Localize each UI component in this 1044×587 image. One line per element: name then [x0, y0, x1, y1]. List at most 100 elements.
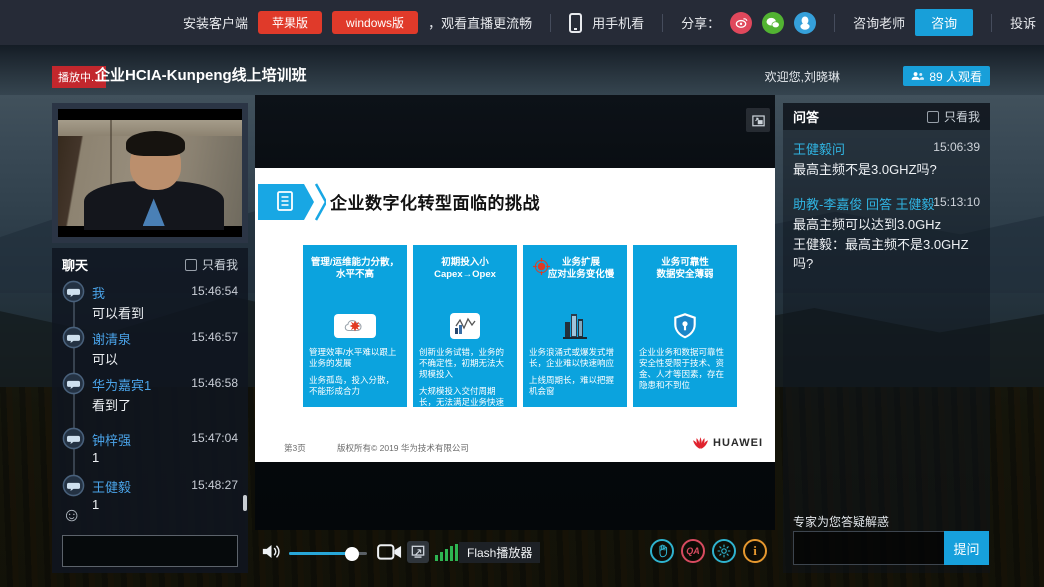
ask-expert-label: 专家为您答疑解惑 [793, 513, 889, 530]
complaint-link[interactable]: 投诉 [1010, 13, 1036, 32]
qa-header: 问答 [793, 107, 819, 126]
volume-slider[interactable] [289, 552, 367, 555]
welcome-user-label: 欢迎您,刘晓琳 [765, 68, 840, 85]
chat-text: 看到了 [92, 395, 131, 414]
viewer-count-text: 89 人观看 [929, 68, 982, 85]
wechat-icon[interactable] [762, 12, 784, 34]
checkbox-icon[interactable] [927, 111, 939, 123]
viewer-count-badge: 89 人观看 [903, 66, 990, 86]
card-title: 初期投入小 Capex→Opex [419, 257, 511, 281]
card-reliability: 业务可靠性 数据安全薄弱 企业业务和数据可靠性安全性受限于技术、资金、人才等因素… [633, 245, 737, 407]
chat-time: 15:47:04 [191, 431, 238, 445]
apple-version-button[interactable]: 苹果版 [258, 11, 322, 34]
volume-fill [289, 552, 351, 555]
qa-text: 最高主频不是3.0GHZ吗? [793, 159, 982, 178]
chat-input[interactable] [62, 535, 238, 567]
slide-footer: 第3页 版权所有© 2019 华为技术有限公司 HUAWEI [255, 440, 775, 456]
question-input[interactable] [793, 531, 945, 565]
chat-sender: 王健毅 [92, 477, 131, 496]
slide-page-number: 第3页 [284, 442, 306, 454]
presenter-webcam [52, 103, 248, 243]
speaker-icon[interactable] [261, 542, 282, 566]
shield-icon [633, 311, 737, 341]
consult-button[interactable]: 咨询 [915, 9, 973, 36]
camera-icon[interactable] [377, 544, 402, 565]
card-text: 上线周期长，难以把握机会窗 [529, 375, 621, 397]
divider [662, 14, 663, 32]
chat-panel: 聊天 只看我 我 15:46:54 可以看到 谢清泉 15:46:57 可以 华… [52, 248, 248, 573]
chat-sender: 钟梓强 [92, 430, 131, 449]
share-label: 分享： [681, 13, 720, 32]
phone-icon [569, 13, 582, 33]
chat-sender: 谢清泉 [92, 329, 131, 348]
card-text: 管理效率/水平难以跟上业务的发展 [309, 347, 401, 369]
ask-question-button[interactable]: 提问 [944, 531, 989, 565]
qa-time: 15:06:39 [933, 140, 980, 154]
weibo-icon[interactable] [730, 12, 752, 34]
chat-time: 15:46:57 [191, 330, 238, 344]
chat-bubble-avatar-icon [62, 326, 85, 354]
presentation-player: 企业数字化转型面临的挑战 管理/运维能力分散，水平不高 管理效率/水平难以跟上业… [255, 95, 775, 530]
webcam-video [58, 109, 242, 237]
qa-only-me-toggle[interactable]: 只看我 [927, 108, 980, 125]
huawei-logo: HUAWEI [692, 436, 763, 450]
chat-header: 聊天 [62, 255, 88, 274]
qa-text: 王健毅：最高主频不是3.0GHZ吗? [793, 234, 982, 272]
card-capex-opex: 初期投入小 Capex→Opex 创新业务试错，业务的不确定性，初期无法大规模投… [413, 245, 517, 407]
raise-hand-icon[interactable] [650, 539, 674, 563]
qa-button[interactable]: QA [681, 539, 705, 563]
chat-bubble-avatar-icon [62, 372, 85, 400]
crosshair-icon [533, 258, 550, 280]
chart-icon [413, 311, 517, 341]
card-expansion: 业务扩展 应对业务变化慢 业务浪涌式或爆发式增长，企业难以快速响应 上线周期长，… [523, 245, 627, 407]
chat-bubble-avatar-icon [62, 280, 85, 308]
qq-icon[interactable] [794, 12, 816, 34]
chat-text: 可以看到 [92, 303, 144, 322]
consult-teacher-label: 咨询老师 [853, 13, 905, 32]
only-me-label: 只看我 [944, 108, 980, 125]
live-classroom-page: 安装客户端 苹果版 windows版 ，观看直播更流畅 用手机看 分享： 咨询老… [0, 0, 1044, 587]
card-text: 业务浪涌式或爆发式增长，企业难以快速响应 [529, 347, 621, 369]
watch-on-mobile-link[interactable]: 用手机看 [592, 13, 644, 32]
huawei-brand-text: HUAWEI [713, 437, 763, 449]
screen-share-icon[interactable] [407, 541, 429, 563]
title-bar: 播放中... 企业HCIA-Kunpeng线上培训班 欢迎您,刘晓琳 89 人观… [0, 45, 1044, 95]
slide-copyright: 版权所有© 2019 华为技术有限公司 [337, 442, 469, 454]
chat-only-me-toggle[interactable]: 只看我 [185, 256, 238, 273]
chat-time: 15:48:27 [191, 478, 238, 492]
card-title: 管理/运维能力分散，水平不高 [309, 257, 401, 281]
chat-bubble-avatar-icon [62, 427, 85, 455]
divider [991, 14, 992, 32]
info-icon[interactable]: i [743, 539, 767, 563]
card-text: 业务孤岛，投入分散，不能形成合力 [309, 375, 401, 397]
settings-icon[interactable] [712, 539, 736, 563]
card-title: 业务可靠性 数据安全薄弱 [639, 257, 731, 281]
flash-player-toggle[interactable]: Flash播放器 [459, 542, 540, 563]
buildings-icon [523, 311, 627, 341]
chat-sender: 我 [92, 283, 105, 302]
divider [834, 14, 835, 32]
checkbox-icon[interactable] [185, 259, 197, 271]
emoji-icon[interactable]: ☺ [62, 506, 82, 526]
volume-thumb[interactable] [345, 547, 359, 561]
chat-time: 15:46:54 [191, 284, 238, 298]
only-me-label: 只看我 [202, 256, 238, 273]
slide: 企业数字化转型面临的挑战 管理/运维能力分散，水平不高 管理效率/水平难以跟上业… [255, 168, 775, 462]
viewers-icon [911, 71, 924, 81]
divider [550, 14, 551, 32]
chat-scrollbar[interactable] [243, 495, 247, 511]
qa-text: 最高主频可以达到3.0GHz [793, 214, 982, 233]
install-client-label: 安装客户端 [183, 13, 248, 32]
signal-icon [435, 544, 458, 561]
chat-bubble-avatar-icon [62, 474, 85, 502]
expand-icon[interactable] [746, 108, 770, 132]
doc-icon [258, 182, 326, 227]
page-title: 企业HCIA-Kunpeng线上培训班 [95, 64, 307, 85]
card-text: 大规模投入交付周期长，无法满足业务快速变化的需要 [419, 386, 511, 419]
chat-time: 15:46:58 [191, 376, 238, 390]
windows-version-button[interactable]: windows版 [332, 11, 418, 34]
chat-text: 1 [92, 497, 99, 512]
card-text: 创新业务试错，业务的不确定性，初期无法大规模投入 [419, 347, 511, 380]
card-text: 企业业务和数据可靠性安全性受限于技术、资金、人才等因素，存在隐患和不到位 [639, 347, 731, 391]
qa-time: 15:13:10 [933, 195, 980, 209]
